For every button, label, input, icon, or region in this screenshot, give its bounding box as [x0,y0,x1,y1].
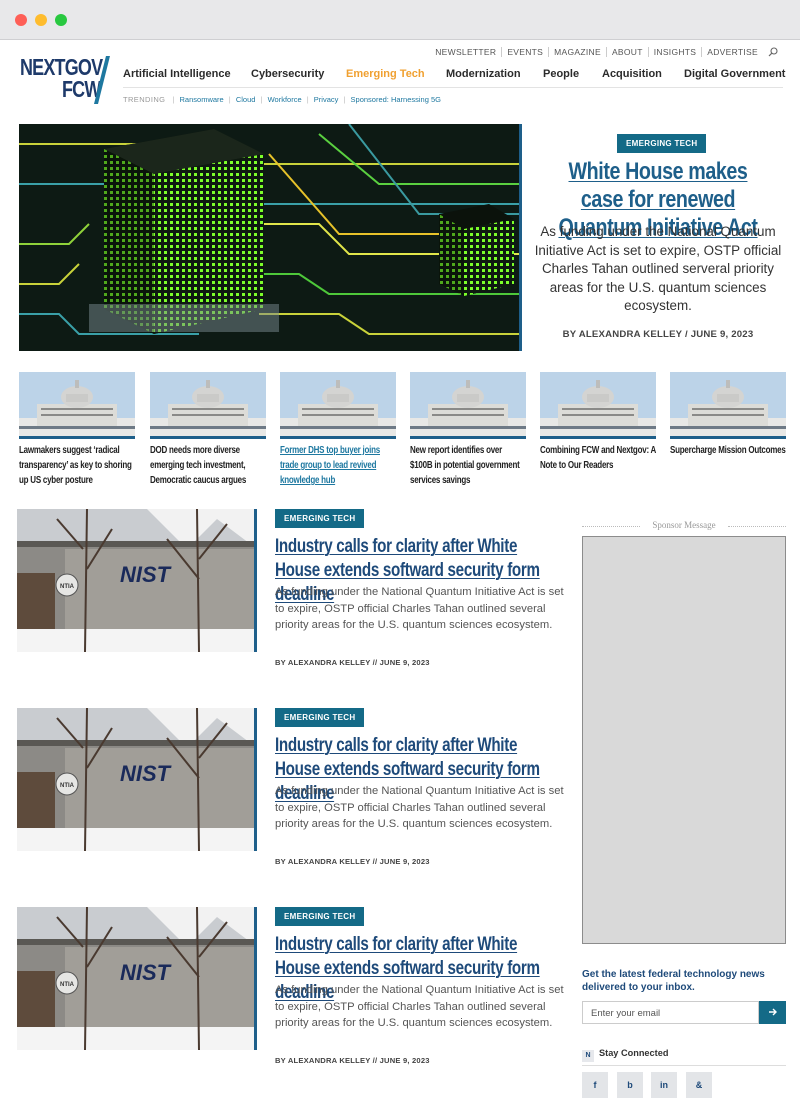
svg-text:NTIA: NTIA [60,982,75,988]
story-card: NTIA NIST EMERGING TECH Industry calls fo… [17,907,587,1077]
story-category-badge[interactable]: EMERGING TECH [275,708,365,727]
stay-connected-label: Stay Connected [599,1048,669,1058]
rss-icon[interactable]: & [686,1072,712,1098]
related-story[interactable]: DOD needs more diverse emerging tech inv… [150,372,266,488]
trending-label: TRENDING [123,95,166,104]
nav-item-artificial-intelligence[interactable]: Artificial Intelligence [123,68,231,80]
utility-link-about[interactable]: ABOUT [607,47,649,57]
arrow-right-icon [768,1008,777,1016]
utility-link-insights[interactable]: INSIGHTS [649,47,703,57]
stay-connected-heading: N Stay Connected [582,1048,786,1066]
story-byline: BY ALEXANDRA KELLEY // JUNE 9, 2023 [275,857,430,866]
close-window-button[interactable] [15,14,27,26]
svg-text:NIST: NIST [120,562,172,587]
capitol-image[interactable] [410,372,526,439]
utility-nav: NEWSLETTER EVENTS MAGAZINE ABOUT INSIGHT… [430,47,778,57]
nav-item-acquisition[interactable]: Acquisition [602,68,662,80]
nav-item-people[interactable]: People [543,68,579,80]
trending-link-sponsored[interactable]: Sponsored: Harnessing 5G [351,95,441,104]
hero-image[interactable] [19,124,522,351]
story-summary: As funding under the National Quantum In… [275,785,564,831]
story-image[interactable]: NTIA NIST [17,708,257,851]
capitol-image[interactable] [19,372,135,439]
trending-link-workforce[interactable]: Workforce [268,95,302,104]
story-summary: As funding under the National Quantum In… [275,586,564,632]
related-story-caption[interactable]: Former DHS top buyer joins trade group t… [280,443,396,488]
newsletter-submit-button[interactable] [759,1001,786,1024]
capitol-image[interactable] [280,372,396,439]
sponsor-message-label: Sponsor Message [582,520,786,532]
nav-item-emerging-tech[interactable]: Emerging Tech [346,68,425,80]
utility-link-advertise[interactable]: ADVERTISE [702,47,763,57]
related-story-caption[interactable]: New report identifies over $100B in pote… [410,443,526,488]
related-story-caption[interactable]: DOD needs more diverse emerging tech inv… [150,443,266,488]
email-field[interactable]: Enter your email [582,1001,759,1024]
svg-text:NTIA: NTIA [60,783,75,789]
related-story[interactable]: Supercharge Mission Outcomes [670,372,786,458]
utility-link-newsletter[interactable]: NEWSLETTER [430,47,503,57]
story-byline: BY ALEXANDRA KELLEY // JUNE 9, 2023 [275,1056,430,1065]
capitol-image[interactable] [670,372,786,439]
story-category-badge[interactable]: EMERGING TECH [275,907,365,926]
trending-link-ransomware[interactable]: Ransomware [180,95,224,104]
capitol-image[interactable] [540,372,656,439]
related-story[interactable]: Combining FCW and Nextgov: A Note to Our… [540,372,656,473]
ad-slot[interactable] [582,536,786,944]
capitol-image[interactable] [150,372,266,439]
browser-chrome [0,0,800,40]
trending-bar: TRENDING | Ransomware | Cloud | Workforc… [123,95,441,104]
related-story-caption[interactable]: Supercharge Mission Outcomes [670,443,786,458]
related-story-caption[interactable]: Combining FCW and Nextgov: A Note to Our… [540,443,656,473]
svg-text:NIST: NIST [120,761,172,786]
story-category-badge[interactable]: EMERGING TECH [275,509,365,528]
utility-link-magazine[interactable]: MAGAZINE [549,47,607,57]
trending-link-privacy[interactable]: Privacy [314,95,339,104]
minimize-window-button[interactable] [35,14,47,26]
related-story[interactable]: Lawmakers suggest ‘radical transparency’… [19,372,135,488]
twitter-icon[interactable]: b [617,1072,643,1098]
nextgov-mini-icon: N [582,1050,594,1062]
related-story[interactable]: New report identifies over $100B in pote… [410,372,526,488]
search-icon[interactable] [768,47,778,57]
svg-text:NIST: NIST [120,960,172,985]
utility-link-events[interactable]: EVENTS [502,47,550,57]
svg-text:NTIA: NTIA [60,584,75,590]
story-image[interactable]: NTIA NIST [17,907,257,1050]
hero-category-badge[interactable]: EMERGING TECH [617,134,707,153]
site-logo[interactable]: NEXTGOV FCW [20,54,110,106]
zoom-window-button[interactable] [55,14,67,26]
story-summary: As funding under the National Quantum In… [275,984,564,1030]
nav-item-cybersecurity[interactable]: Cybersecurity [251,68,324,80]
story-byline: BY ALEXANDRA KELLEY // JUNE 9, 2023 [275,658,430,667]
hero-byline: BY ALEXANDRA KELLEY / JUNE 9, 2023 [562,329,754,340]
nav-item-modernization[interactable]: Modernization [446,68,521,80]
story-card: NTIA NIST EMERGING TECH Industry calls fo… [17,708,587,878]
newsletter-heading: Get the latest federal technology news d… [582,969,765,993]
story-image[interactable]: NTIA NIST [17,509,257,652]
linkedin-icon[interactable]: in [651,1072,677,1098]
story-card: NTIA NIST EMERGING TECH Industry calls fo… [17,509,587,679]
trending-link-cloud[interactable]: Cloud [236,95,256,104]
hero-summary: As funding under the National Quantum In… [534,224,782,314]
main-nav: Artificial Intelligence Cybersecurity Em… [123,68,785,88]
facebook-icon[interactable]: f [582,1072,608,1098]
related-story-caption[interactable]: Lawmakers suggest ‘radical transparency’… [19,443,135,488]
related-story[interactable]: Former DHS top buyer joins trade group t… [280,372,396,488]
nav-item-digital-government[interactable]: Digital Government [684,68,785,80]
